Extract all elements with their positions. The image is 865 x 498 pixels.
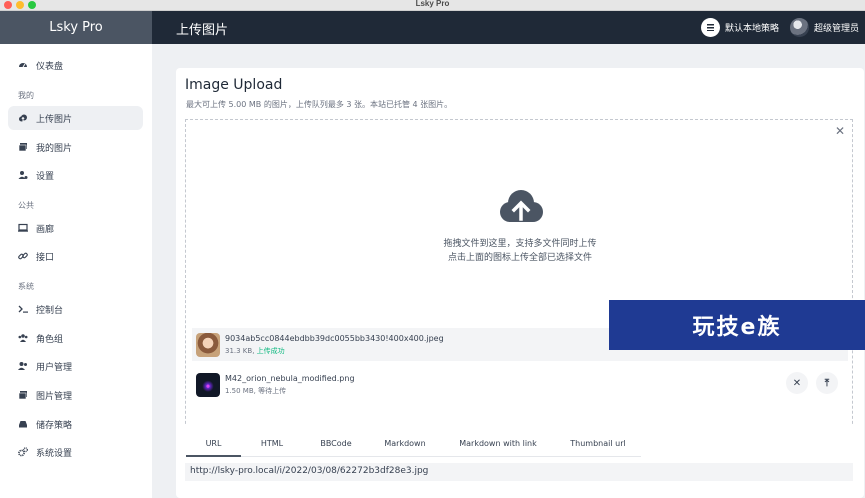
sidebar-item-label: 用户管理	[36, 362, 73, 373]
main-content: Image Upload 最大可上传 5.00 MB 的图片，上传队列最多 3 …	[152, 44, 865, 498]
window-title: Lsky Pro	[415, 0, 450, 8]
user-name: 超级管理员	[813, 24, 859, 34]
upload-description: 最大可上传 5.00 MB 的图片，上传队列最多 3 张。本站已托管 4 张图片…	[186, 100, 453, 109]
sidebar-item-label: 控制台	[36, 305, 64, 316]
list-item: M42_orion_nebula_modified.png 1.50 MB, 等…	[192, 368, 848, 401]
file-meta: 31.3 KB, 上传成功	[225, 346, 444, 356]
file-status: 等待上传	[258, 386, 287, 395]
sidebar-item-api[interactable]: 接口	[8, 244, 143, 268]
tab-url[interactable]: URL	[186, 433, 241, 457]
gears-icon	[18, 447, 28, 457]
tab-html[interactable]: HTML	[241, 433, 303, 457]
remove-file-button[interactable]: ✕	[786, 372, 808, 394]
sidebar-item-system-settings[interactable]: 系统设置	[8, 440, 143, 464]
sidebar-item-my-images[interactable]: 我的图片	[8, 135, 143, 159]
dropzone-hint-drag: 拖拽文件到这里，支持多文件同时上传	[443, 239, 597, 249]
sidebar-item-image-management[interactable]: 图片管理	[8, 383, 143, 407]
user-menu[interactable]: 超级管理员	[789, 18, 859, 37]
group-label-public: 公共	[18, 201, 34, 210]
file-thumbnail	[196, 332, 220, 357]
sidebar-item-settings[interactable]: 设置	[8, 163, 143, 187]
dropzone-hint-click: 点击上面的图标上传全部已选择文件	[447, 253, 592, 263]
group-label-mine: 我的	[18, 91, 34, 100]
sidebar: 仪表盘 我的 上传图片 我的图片 设置 公共 画廊 接口 系统 控制台 角色组 …	[0, 44, 152, 498]
sidebar-item-label: 角色组	[36, 334, 64, 345]
tab-markdown-with-link[interactable]: Markdown with link	[441, 433, 555, 457]
file-name: M42_orion_nebula_modified.png	[225, 373, 355, 383]
sidebar-item-label: 上传图片	[36, 114, 73, 125]
sidebar-item-gallery[interactable]: 画廊	[8, 216, 143, 240]
watermark-text: 玩技e族	[692, 315, 782, 340]
dashboard-icon	[18, 60, 28, 70]
image-link-output[interactable]: http://lsky-pro.local/i/2022/03/08/62272…	[185, 463, 853, 481]
upload-file-button[interactable]: ⤒	[816, 372, 838, 394]
sidebar-item-label: 储存策略	[36, 420, 73, 431]
sidebar-item-label: 设置	[36, 171, 55, 182]
file-size: 31.3 KB,	[225, 346, 255, 355]
terminal-icon	[18, 304, 28, 314]
sidebar-item-roles[interactable]: 角色组	[8, 326, 143, 350]
upload-title: Image Upload	[185, 77, 283, 93]
users-icon	[18, 333, 28, 343]
page-title: 上传图片	[176, 23, 229, 38]
sidebar-item-label: 系统设置	[36, 448, 73, 459]
file-status: 上传成功	[256, 346, 285, 355]
sidebar-item-user-management[interactable]: 用户管理	[8, 354, 143, 378]
window-titlebar: Lsky Pro	[0, 0, 865, 11]
image-manage-icon	[18, 390, 28, 400]
strategy-label: 默认本地策略	[724, 24, 779, 34]
file-thumbnail	[196, 372, 220, 397]
sidebar-item-label: 仪表盘	[36, 61, 64, 72]
tab-thumbnail-url[interactable]: Thumbnail url	[555, 433, 641, 457]
top-bar: 上传图片 默认本地策略 超级管理员	[152, 11, 865, 44]
sidebar-item-label: 接口	[36, 252, 55, 263]
tab-bbcode[interactable]: BBCode	[303, 433, 369, 457]
upload-card: Image Upload 最大可上传 5.00 MB 的图片，上传队列最多 3 …	[176, 68, 864, 459]
sidebar-item-upload[interactable]: 上传图片	[8, 106, 143, 130]
tab-markdown[interactable]: Markdown	[369, 433, 441, 457]
link-format-tabs: URL HTML BBCode Markdown Markdown with l…	[186, 433, 641, 457]
links-card: URL HTML BBCode Markdown Markdown with l…	[176, 425, 864, 498]
file-name: 9034ab5cc0844ebdbb39dc0055bb3430!400x400…	[225, 333, 444, 343]
clear-queue-button[interactable]: ✕	[835, 124, 845, 138]
file-actions: ✕ ⤒	[786, 372, 838, 394]
sidebar-item-console[interactable]: 控制台	[8, 297, 143, 321]
sidebar-item-label: 图片管理	[36, 391, 73, 402]
file-meta: 1.50 MB, 等待上传	[225, 386, 355, 396]
list-icon	[700, 18, 720, 37]
monitor-icon	[18, 223, 28, 233]
storage-icon	[18, 419, 28, 429]
brand-logo[interactable]: Lsky Pro	[0, 11, 152, 44]
link-icon	[18, 251, 28, 261]
sidebar-item-dashboard[interactable]: 仪表盘	[8, 53, 143, 77]
sidebar-item-label: 我的图片	[36, 143, 73, 154]
cloud-upload-icon[interactable]	[495, 188, 545, 226]
watermark-logo: 玩技e族	[609, 300, 865, 350]
user-manage-icon	[18, 361, 28, 371]
images-icon	[18, 142, 28, 152]
avatar	[789, 18, 809, 37]
group-label-system: 系统	[18, 282, 34, 291]
strategy-selector[interactable]: 默认本地策略	[700, 18, 779, 37]
file-size: 1.50 MB,	[225, 386, 256, 395]
cloud-upload-icon	[18, 113, 28, 123]
sidebar-item-label: 画廊	[36, 224, 55, 235]
sidebar-item-storage[interactable]: 储存策略	[8, 412, 143, 436]
user-cog-icon	[18, 170, 28, 180]
upload-dropzone[interactable]: ✕ 拖拽文件到这里，支持多文件同时上传 点击上面的图标上传全部已选择文件 903…	[185, 119, 853, 449]
